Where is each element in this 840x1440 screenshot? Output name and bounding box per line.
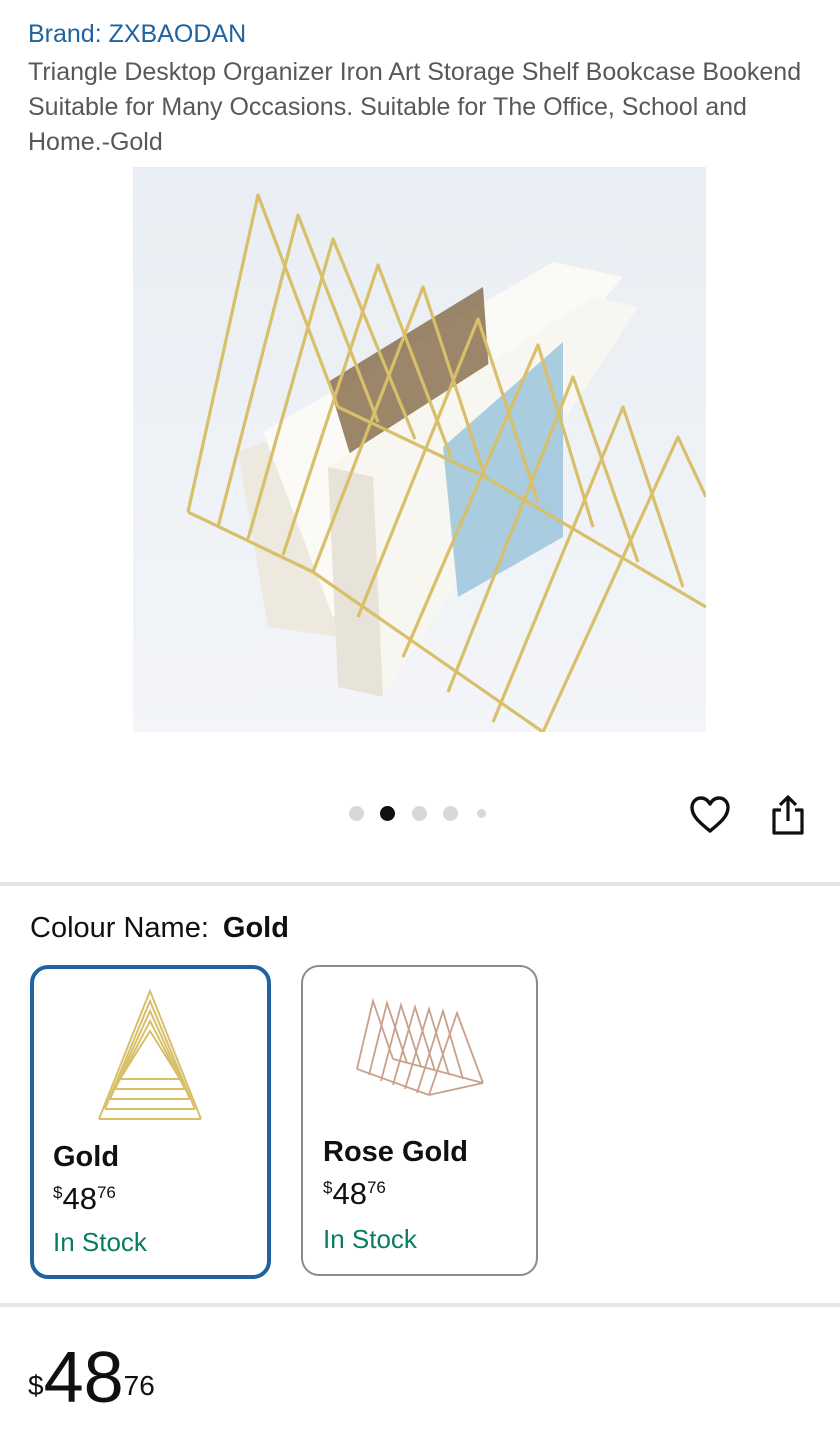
carousel-dot[interactable] <box>477 809 486 818</box>
add-to-wishlist-button[interactable] <box>687 792 733 838</box>
price-whole: 48 <box>43 1338 124 1418</box>
carousel-dot-active[interactable] <box>380 806 395 821</box>
product-image[interactable] <box>133 167 706 732</box>
swatch-rose-gold[interactable]: Rose Gold $4876 In Stock <box>301 965 538 1276</box>
product-photo-illustration <box>133 167 706 732</box>
carousel-dot[interactable] <box>443 806 458 821</box>
brand-link[interactable]: Brand: ZXBAODAN <box>28 20 246 49</box>
product-price: $4876 <box>28 1338 155 1418</box>
price-symbol: $ <box>28 1370 44 1401</box>
price-whole: 48 <box>332 1176 367 1211</box>
price-fraction: 76 <box>366 1178 386 1197</box>
availability-status: In Stock <box>53 1227 147 1257</box>
carousel-dot[interactable] <box>349 806 364 821</box>
swatch-name: Gold <box>53 1141 120 1173</box>
swatch-price: $4876 <box>53 1181 116 1217</box>
variation-selected-value: Gold <box>222 912 289 944</box>
section-divider <box>0 1303 840 1307</box>
swatch-name: Rose Gold <box>323 1136 469 1168</box>
price-fraction: 76 <box>96 1183 116 1202</box>
rose-gold-organizer-thumbnail <box>356 997 484 1096</box>
swatch-price: $4876 <box>323 1176 386 1212</box>
gold-organizer-thumbnail <box>98 988 202 1120</box>
share-button[interactable] <box>765 792 811 838</box>
carousel-dot[interactable] <box>412 806 427 821</box>
swatch-gold[interactable]: Gold $4876 In Stock <box>30 965 271 1279</box>
availability-status: In Stock <box>323 1224 417 1254</box>
price-symbol: $ <box>53 1183 63 1202</box>
price-symbol: $ <box>323 1178 333 1197</box>
product-title: Triangle Desktop Organizer Iron Art Stor… <box>28 58 802 156</box>
price-whole: 48 <box>62 1181 97 1216</box>
heart-outline-icon <box>690 796 730 833</box>
variation-label: Colour Name: <box>30 912 209 944</box>
section-divider <box>0 882 840 886</box>
price-fraction: 76 <box>123 1370 155 1401</box>
share-icon <box>772 795 804 835</box>
variation-label-row: Colour Name: Gold <box>30 912 289 945</box>
